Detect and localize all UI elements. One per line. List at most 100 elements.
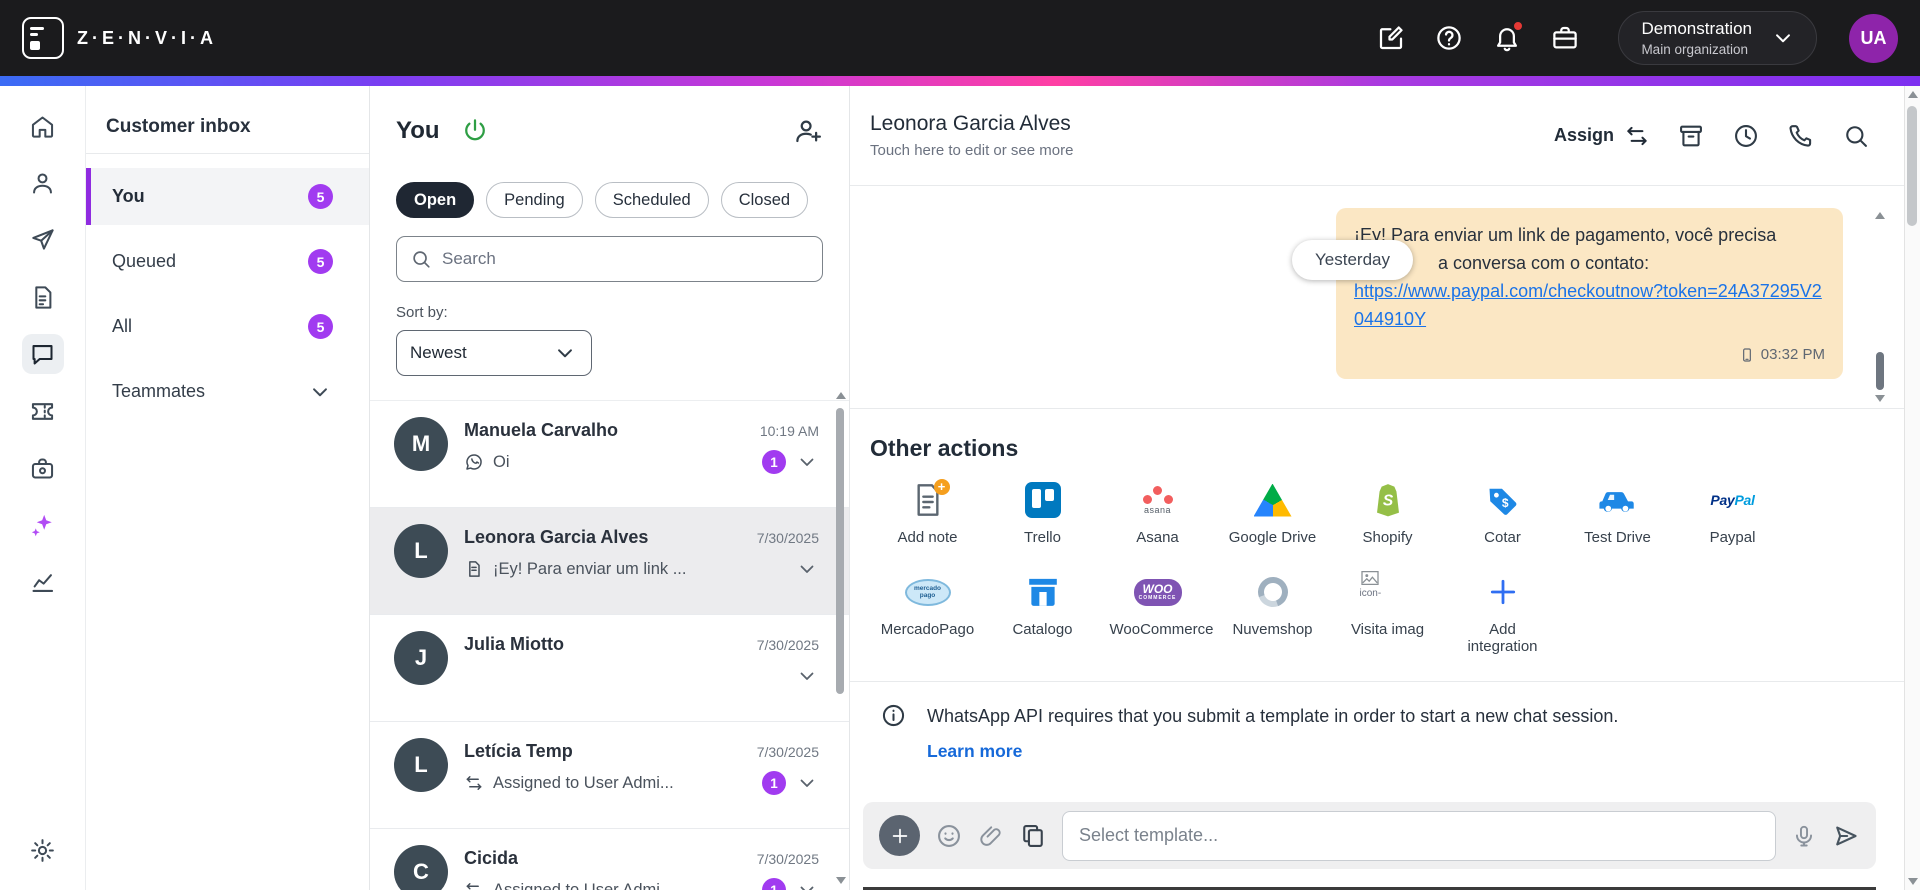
other-actions-section: Other actions + Add note Trello asana As… <box>850 408 1904 681</box>
action-visita[interactable]: icon- Visita imag <box>1330 570 1445 655</box>
action-trello[interactable]: Trello <box>985 478 1100 546</box>
sidebar-item-chats[interactable] <box>21 334 64 374</box>
learn-more-link[interactable]: Learn more <box>927 741 1022 762</box>
asana-icon: asana <box>1142 485 1173 515</box>
phone-icon[interactable] <box>1787 122 1815 150</box>
send-message-icon[interactable] <box>1832 822 1860 850</box>
scroll-up-arrow[interactable] <box>1907 91 1918 98</box>
inbox-sidebar: Customer inbox You 5 Queued 5 All 5 Team… <box>86 86 370 890</box>
scroll-down-arrow[interactable] <box>1907 878 1918 885</box>
conversation-row-selected[interactable]: L Leonora Garcia Alves 7/30/2025 ¡Ey! Pa… <box>370 508 849 615</box>
search-input[interactable] <box>442 249 809 269</box>
chevron-down-icon[interactable] <box>795 771 819 795</box>
chevron-down-icon[interactable] <box>795 557 819 581</box>
filter-chip-pending[interactable]: Pending <box>486 182 583 218</box>
conversation-row[interactable]: L Letícia Temp 7/30/2025 Assigned to Use… <box>370 722 849 829</box>
user-avatar[interactable]: UA <box>1849 13 1898 63</box>
archive-icon[interactable] <box>1677 122 1705 150</box>
help-icon[interactable] <box>1434 23 1464 53</box>
sidebar-item-home[interactable] <box>22 106 64 146</box>
contact-name: Leonora Garcia Alves <box>464 527 649 547</box>
template-input[interactable] <box>1062 810 1776 861</box>
scroll-up-arrow[interactable] <box>1875 212 1885 219</box>
chevron-down-icon[interactable] <box>795 664 819 688</box>
conversation-row[interactable]: J Julia Miotto 7/30/2025 <box>370 615 849 722</box>
sidebar-item-contacts[interactable] <box>22 163 64 203</box>
chat-contact-subtitle[interactable]: Touch here to edit or see more <box>870 142 1073 159</box>
zenvia-logo[interactable]: Z·E·N·V·I·A <box>22 17 217 59</box>
sidebar-item-queued[interactable]: Queued 5 <box>86 233 369 290</box>
sidebar-item-documents[interactable] <box>22 277 64 317</box>
template-pages-icon[interactable] <box>1019 822 1047 850</box>
action-add-note[interactable]: + Add note <box>870 478 985 546</box>
payment-link[interactable]: https://www.paypal.com/checkoutnow?token… <box>1354 281 1822 329</box>
add-attachment-button[interactable] <box>879 815 920 856</box>
document-icon <box>469 561 480 577</box>
action-cotar[interactable]: $ Cotar <box>1445 478 1560 546</box>
search-conversation-icon[interactable] <box>1842 122 1870 150</box>
scrollbar-thumb[interactable] <box>1876 352 1884 390</box>
chat-contact-name[interactable]: Leonora Garcia Alves <box>870 112 1073 136</box>
scroll-down-arrow[interactable] <box>835 877 846 884</box>
history-clock-icon[interactable] <box>1732 122 1760 150</box>
timestamp: 7/30/2025 <box>756 530 819 546</box>
info-icon <box>882 704 905 727</box>
count-badge: 5 <box>308 184 333 209</box>
sidebar-item-settings[interactable] <box>22 830 64 870</box>
scroll-down-arrow[interactable] <box>1875 395 1885 402</box>
filter-chip-open[interactable]: Open <box>396 182 475 218</box>
notifications-bell-icon[interactable] <box>1492 20 1525 53</box>
sidebar-item-you[interactable]: You 5 <box>86 168 369 225</box>
message-line-1: ¡Ey! Para enviar um link de pagamento, v… <box>1354 225 1777 245</box>
top-bar: Z·E·N·V·I·A Demonstration Main organizat… <box>0 0 1920 76</box>
action-test-drive[interactable]: Test Drive <box>1560 478 1675 546</box>
action-shopify[interactable]: S Shopify <box>1330 478 1445 546</box>
chat-bubble-icon <box>32 344 53 365</box>
timestamp: 7/30/2025 <box>756 744 819 760</box>
paperclip-icon[interactable] <box>978 823 1004 849</box>
add-contact-icon[interactable] <box>793 116 823 146</box>
briefcase-icon[interactable] <box>1550 23 1580 53</box>
sidebar-item-campaigns[interactable] <box>22 220 64 260</box>
sidebar-item-analytics[interactable] <box>22 562 64 602</box>
chevron-down-icon[interactable] <box>795 878 819 890</box>
sort-dropdown[interactable]: Newest <box>396 330 592 376</box>
action-add-integration[interactable]: Add integration <box>1445 570 1560 655</box>
chevron-down-icon[interactable] <box>795 450 819 474</box>
nuvemshop-icon <box>1252 572 1293 612</box>
action-mercadopago[interactable]: mercado pago MercadoPago <box>870 570 985 655</box>
organization-switcher[interactable]: Demonstration Main organization <box>1618 11 1817 65</box>
sidebar-item-teammates[interactable]: Teammates <box>86 363 369 420</box>
scrollbar-thumb[interactable] <box>836 408 844 694</box>
sort-value: Newest <box>410 343 467 362</box>
availability-power-icon[interactable] <box>460 116 490 146</box>
search-icon <box>413 251 430 268</box>
conversation-row[interactable]: M Manuela Carvalho 10:19 AM Oi 1 <box>370 401 849 508</box>
action-nuvemshop[interactable]: Nuvemshop <box>1215 570 1330 655</box>
action-paypal[interactable]: PayPal Paypal <box>1675 478 1790 546</box>
microphone-icon[interactable] <box>1791 823 1817 849</box>
storefront-icon <box>1028 578 1057 606</box>
action-catalogo[interactable]: Catalogo <box>985 570 1100 655</box>
filter-chip-closed[interactable]: Closed <box>720 182 809 218</box>
sidebar-item-all[interactable]: All 5 <box>86 298 369 355</box>
action-woocommerce[interactable]: WOO COMMERCE WooCommerce <box>1100 570 1215 655</box>
scroll-up-arrow[interactable] <box>835 392 846 399</box>
contact-name: Cicida <box>464 848 519 868</box>
action-asana[interactable]: asana Asana <box>1100 478 1215 546</box>
contact-name: Manuela Carvalho <box>464 420 619 440</box>
conversation-row[interactable]: C Cicida 7/30/2025 Assigned to User Admi… <box>370 829 849 890</box>
list-scrollbar[interactable] <box>835 392 846 884</box>
assign-button[interactable]: Assign <box>1554 123 1650 149</box>
page-scrollbar[interactable] <box>1904 86 1920 890</box>
filter-chip-scheduled[interactable]: Scheduled <box>594 182 709 218</box>
message-scrollbar[interactable] <box>1874 212 1886 402</box>
sidebar-item-tickets[interactable] <box>22 391 64 431</box>
notification-dot <box>1512 20 1525 32</box>
sidebar-item-toolbox[interactable] <box>22 448 64 488</box>
action-google-drive[interactable]: Google Drive <box>1215 478 1330 546</box>
compose-message-icon[interactable] <box>1376 23 1406 53</box>
scrollbar-thumb[interactable] <box>1907 106 1917 226</box>
emoji-icon[interactable] <box>935 822 963 850</box>
sidebar-item-ai[interactable] <box>22 505 64 545</box>
